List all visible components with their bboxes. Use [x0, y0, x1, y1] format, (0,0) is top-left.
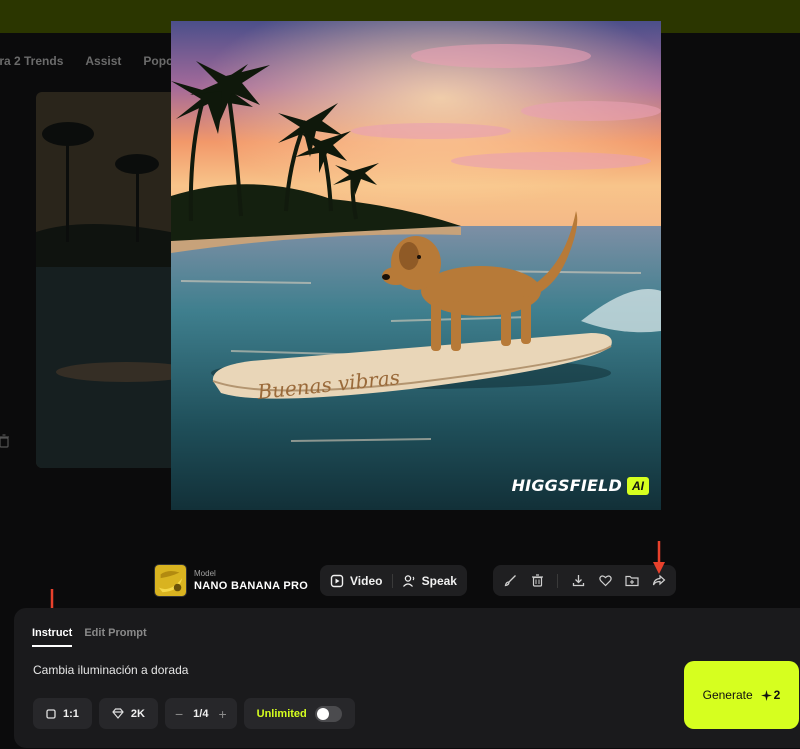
image-count-stepper: − 1/4 +	[164, 698, 237, 729]
speak-icon	[402, 574, 414, 587]
page: ora 2 Trends Assist Popco	[0, 0, 800, 749]
resolution-value: 2K	[130, 707, 145, 720]
model-name: NANO BANANA PRO	[194, 580, 309, 592]
unlimited-label: Unlimited	[256, 707, 307, 720]
nav-link-assist[interactable]: Assist	[85, 54, 121, 68]
sparkle-icon	[760, 689, 772, 701]
toggle-switch[interactable]	[314, 705, 342, 722]
diamond-icon	[112, 708, 124, 719]
annotation-arrow-icon	[653, 541, 665, 574]
generate-cost: 2	[760, 688, 781, 702]
square-icon	[46, 708, 56, 719]
decrement-button[interactable]: −	[175, 706, 183, 722]
options-row: 1:1 2K − 1/4 + Unlimited	[33, 698, 355, 729]
brush-icon[interactable]	[503, 574, 517, 588]
banana-model-art	[155, 565, 186, 596]
heart-icon[interactable]	[598, 574, 612, 588]
generate-cost-value: 2	[773, 688, 781, 702]
video-button[interactable]: Video	[330, 574, 382, 588]
prompt-input[interactable]: Cambia iluminación a dorada	[33, 663, 188, 677]
tab-instruct[interactable]: Instruct	[32, 627, 73, 647]
resolution-button[interactable]: 2K	[98, 698, 158, 729]
download-icon[interactable]	[571, 574, 585, 588]
model-label: Model	[194, 569, 216, 578]
video-icon	[330, 574, 344, 587]
speak-button[interactable]: Speak	[402, 574, 457, 588]
folder-add-icon[interactable]	[625, 574, 639, 588]
dog-surfing-illustration: Buenas vibras	[171, 21, 661, 510]
unlimited-toggle[interactable]: Unlimited	[243, 698, 355, 729]
watermark-brand: HIGGSFIELD	[511, 476, 622, 495]
speak-button-label: Speak	[421, 573, 457, 588]
image-count-value: 1/4	[193, 707, 209, 720]
prompt-composer: Instruct Edit Prompt Cambia iluminación …	[14, 608, 800, 748]
composer-tabs: Instruct Edit Prompt	[32, 627, 147, 647]
aspect-ratio-value: 1:1	[63, 707, 79, 720]
generate-label: Generate	[702, 688, 753, 702]
divider	[557, 573, 558, 588]
model-thumbnail	[154, 564, 187, 597]
trash-icon[interactable]	[530, 574, 544, 588]
divider	[391, 573, 393, 588]
video-speak-group: Video Speak	[320, 565, 467, 596]
video-button-label: Video	[350, 573, 383, 588]
tab-edit-prompt[interactable]: Edit Prompt	[84, 627, 146, 647]
trash-icon[interactable]	[0, 434, 10, 448]
generate-button[interactable]: Generate 2	[684, 661, 799, 729]
watermark: HIGGSFIELD AI	[512, 476, 649, 495]
generated-image[interactable]: Buenas vibras HIGGSFIELD AI	[171, 21, 661, 510]
increment-button[interactable]: +	[218, 706, 226, 722]
nav-link-trends[interactable]: ora 2 Trends	[0, 54, 63, 68]
image-tools-group	[493, 565, 676, 596]
watermark-badge: AI	[627, 476, 649, 495]
aspect-ratio-button[interactable]: 1:1	[33, 698, 92, 729]
model-selector[interactable]: Model NANO BANANA PRO	[154, 564, 308, 597]
